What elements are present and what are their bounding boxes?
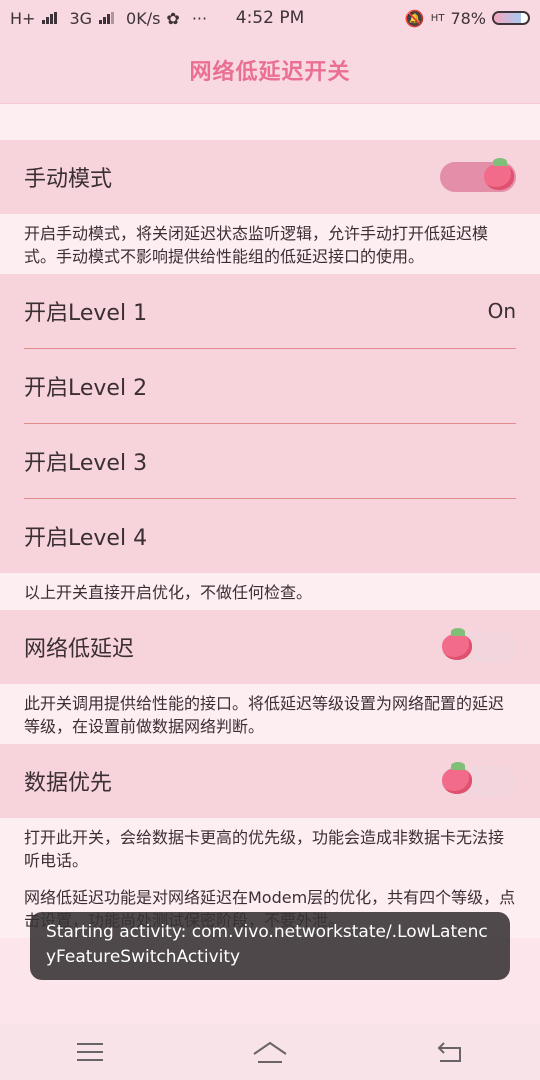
- level-3-label: 开启Level 3: [24, 451, 148, 476]
- signal-icon-2: [99, 12, 115, 24]
- low-latency-toggle[interactable]: [440, 628, 516, 662]
- level-1-row[interactable]: 开启Level 1 On: [0, 274, 540, 348]
- home-button[interactable]: [240, 1032, 300, 1072]
- menu-icon: [77, 1043, 103, 1061]
- data-priority-label: 数据优先: [24, 771, 113, 796]
- signal-icon: [42, 12, 58, 24]
- manual-mode-label: 手动模式: [24, 167, 113, 192]
- toast-message: Starting activity: com.vivo.networkstate…: [30, 912, 510, 980]
- level-4-label: 开启Level 4: [24, 526, 148, 551]
- low-latency-desc: 此开关调用提供给性能的接口。将低延迟等级设置为网络配置的延迟等级，在设置前做数据…: [0, 684, 540, 744]
- manual-mode-toggle[interactable]: [440, 158, 516, 192]
- levels-desc: 以上开关直接开启优化，不做任何检查。: [0, 573, 540, 610]
- strawberry-knob-icon: [438, 628, 476, 666]
- status-left: H+ 3G 0K/s ✿ ···: [10, 9, 405, 28]
- status-right: 🔕 HT 78%: [405, 9, 530, 28]
- fan-icon: ✿: [166, 8, 180, 28]
- level-2-row[interactable]: 开启Level 2: [0, 349, 540, 423]
- network-type-2: 3G: [69, 8, 93, 28]
- battery-fill: [494, 13, 521, 23]
- network-speed: 0K/s: [126, 8, 161, 28]
- more-notifications: ···: [191, 8, 208, 28]
- title-bar: 网络低延迟开关: [0, 36, 540, 104]
- level-1-value: On: [487, 299, 516, 323]
- level-2-label: 开启Level 2: [24, 376, 148, 401]
- low-latency-label: 网络低延迟: [24, 637, 135, 662]
- hd-indicator: HT: [430, 12, 445, 24]
- menu-button[interactable]: [60, 1032, 120, 1072]
- network-type: H+: [10, 8, 36, 28]
- level-4-row[interactable]: 开启Level 4: [0, 499, 540, 573]
- battery-percent: 78%: [450, 8, 486, 28]
- strawberry-knob-icon: [438, 762, 476, 800]
- manual-mode-desc: 开启手动模式，将关闭延迟状态监听逻辑，允许手动打开低延迟模式。手动模式不影响提供…: [0, 214, 540, 274]
- level-3-row[interactable]: 开启Level 3: [0, 424, 540, 498]
- settings-list[interactable]: 手动模式 开启手动模式，将关闭延迟状态监听逻辑，允许手动打开低延迟模式。手动模式…: [0, 104, 540, 1024]
- manual-mode-row[interactable]: 手动模式: [0, 140, 540, 214]
- status-bar: H+ 3G 0K/s ✿ ··· 4:52 PM 🔕 HT 78%: [0, 0, 540, 36]
- home-icon: [253, 1041, 287, 1063]
- strawberry-knob-icon: [480, 158, 518, 196]
- battery-icon: [492, 11, 530, 25]
- navigation-bar: [0, 1024, 540, 1080]
- top-spacer: [0, 104, 540, 140]
- page-title: 网络低延迟开关: [189, 59, 351, 85]
- data-priority-row[interactable]: 数据优先: [0, 744, 540, 818]
- back-button[interactable]: [420, 1032, 480, 1072]
- data-priority-toggle[interactable]: [440, 762, 516, 796]
- data-priority-desc: 打开此开关，会给数据卡更高的优先级，功能会造成非数据卡无法接听电话。: [0, 818, 540, 878]
- silent-icon: 🔕: [404, 8, 425, 28]
- low-latency-row[interactable]: 网络低延迟: [0, 610, 540, 684]
- back-icon: [437, 1042, 461, 1062]
- level-1-label: 开启Level 1: [24, 301, 148, 326]
